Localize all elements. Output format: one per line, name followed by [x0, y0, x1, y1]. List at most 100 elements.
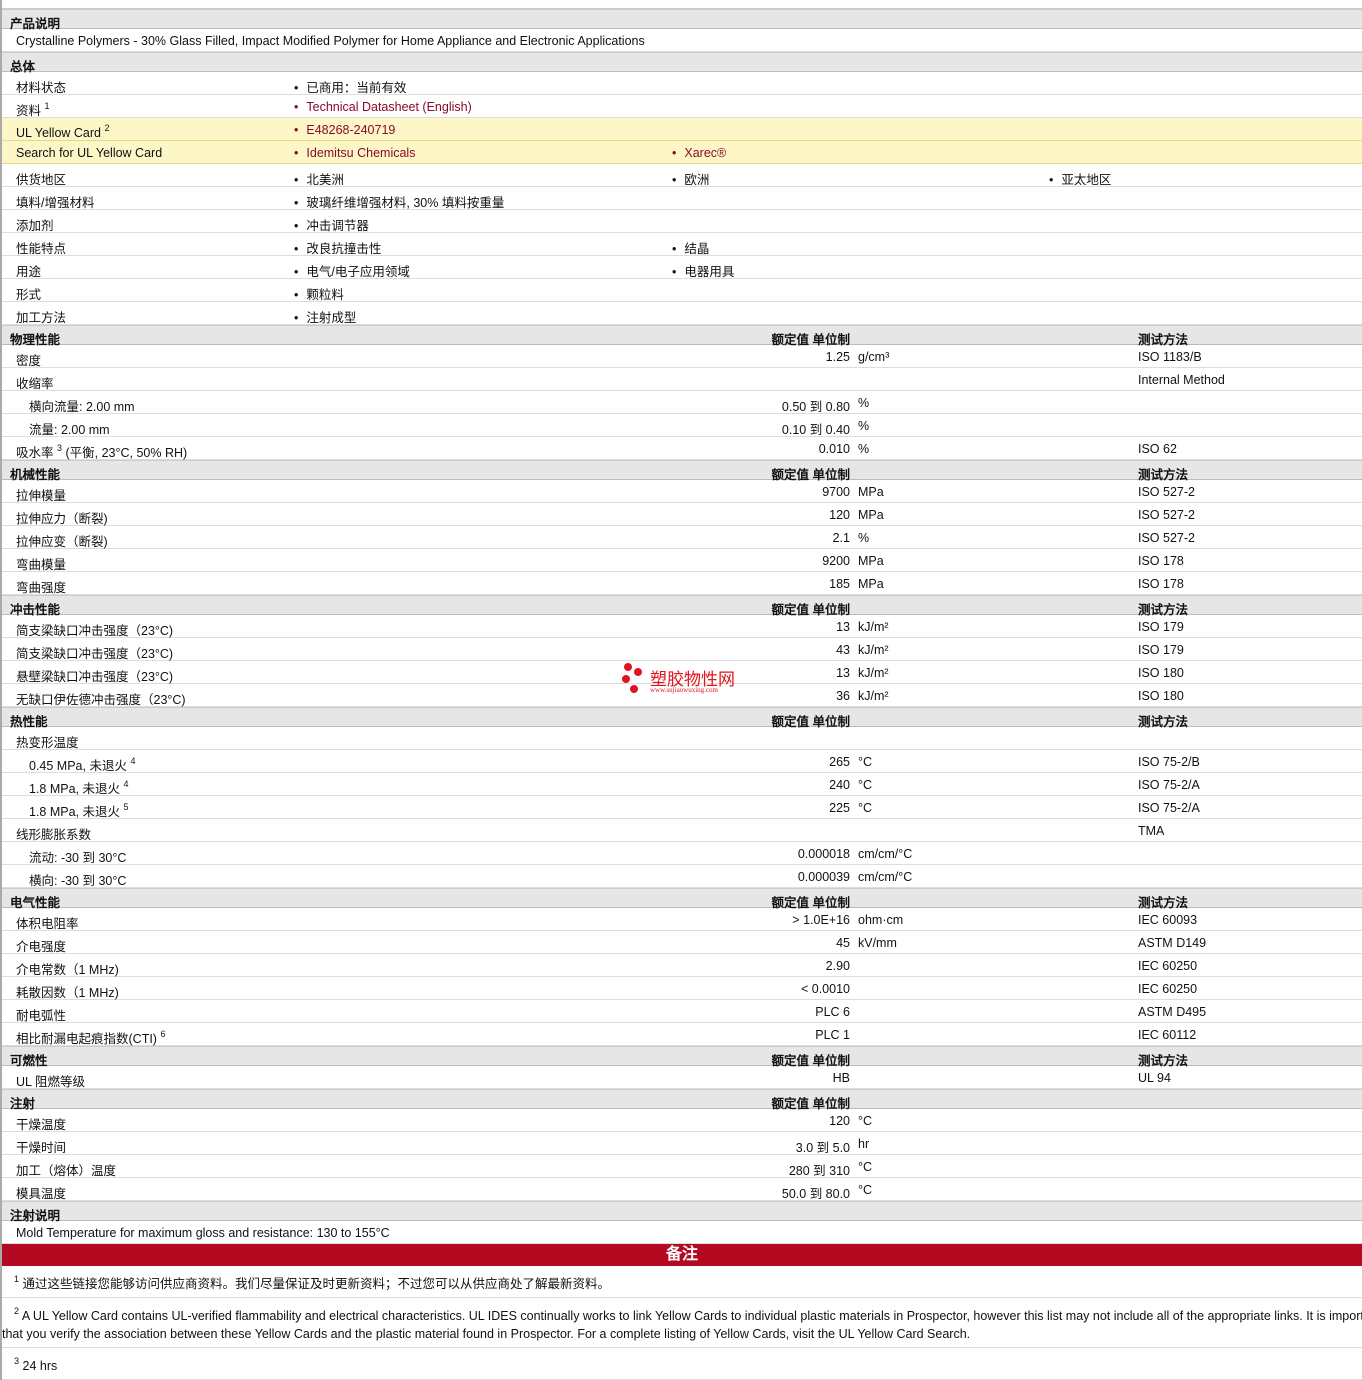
table-row: 介电常数（1 MHz) 2.90 IEC 60250: [2, 954, 1362, 977]
table-row: 形式 颗粒料: [2, 279, 1362, 302]
table-row: 简支梁缺口冲击强度（23°C) 13 kJ/m² ISO 179: [2, 615, 1362, 638]
test-method: ISO 1183/B: [1138, 350, 1202, 364]
footnote-ref[interactable]: 3: [57, 443, 62, 453]
test-method: ISO 527-2: [1138, 508, 1195, 522]
property-value: 2.1: [832, 531, 850, 545]
test-method: ISO 179: [1138, 620, 1184, 634]
table-row: 简支梁缺口冲击强度（23°C) 43 kJ/m² ISO 179: [2, 638, 1362, 661]
test-method: ISO 75-2/A: [1138, 801, 1200, 815]
property-label: 拉伸应变（断裂): [16, 535, 108, 549]
property-label: 弯曲强度: [16, 581, 67, 595]
property-value: 36: [836, 689, 850, 703]
footnote-ref[interactable]: 6: [160, 1029, 165, 1039]
property-label: 流量: 2.00 mm: [29, 423, 110, 437]
footnote-number: 1: [14, 1274, 20, 1284]
property-unit: kJ/m²: [858, 620, 889, 634]
logo-dots-icon: [622, 663, 642, 693]
table-row: 弯曲强度 185 MPa ISO 178: [2, 572, 1362, 595]
property-unit: °C: [858, 801, 873, 815]
footnote-ref[interactable]: 4: [130, 756, 135, 766]
property-value: HB: [832, 1071, 850, 1085]
table-row: Search for UL Yellow Card Idemitsu Chemic…: [2, 141, 1362, 164]
table-row: 性能特点 改良抗撞击性 结晶: [2, 233, 1362, 256]
footnote-ref[interactable]: 1: [45, 101, 50, 111]
footnote-ref[interactable]: 2: [105, 123, 110, 133]
test-method: ASTM D149: [1138, 936, 1207, 950]
link-item[interactable]: Xarec®: [672, 146, 726, 160]
property-label: 添加剂: [16, 219, 54, 233]
footnote: 2 A UL Yellow Card contains UL-verified …: [2, 1298, 1362, 1348]
footnote-text: 通过这些链接您能够访问供应商资料。我们尽量保证及时更新资料；不过您可以从供应商处…: [22, 1277, 611, 1291]
bullet-item: 结晶: [672, 238, 709, 257]
property-label: 加工方法: [16, 311, 67, 325]
link-item[interactable]: E48268-240719: [294, 123, 395, 137]
property-unit: MPa: [858, 485, 884, 499]
footnote-ref[interactable]: 4: [123, 779, 128, 789]
table-row: 横向流量: 2.00 mm 0.50 到 0.80%: [2, 391, 1362, 414]
property-value: 13: [836, 666, 850, 680]
table-row: 线形膨胀系数 TMA: [2, 819, 1362, 842]
link-item[interactable]: Idemitsu Chemicals: [294, 146, 415, 160]
property-label: 模具温度: [16, 1187, 67, 1201]
table-row: 资料 1 Technical Datasheet (English): [2, 95, 1362, 118]
test-method: ASTM D495: [1138, 1005, 1207, 1019]
test-method: ISO 527-2: [1138, 531, 1195, 545]
property-value: 120: [829, 1114, 850, 1128]
property-unit: kV/mm: [858, 936, 897, 950]
property-value: 9700: [822, 485, 850, 499]
test-method: Internal Method: [1138, 373, 1225, 387]
table-row: 拉伸应变（断裂) 2.1% ISO 527-2: [2, 526, 1362, 549]
table-row: 1.8 MPa, 未退火 5 225 °C ISO 75-2/A: [2, 796, 1362, 819]
property-label: 无缺口伊佐德冲击强度（23°C): [16, 693, 186, 707]
property-label: 悬壁梁缺口冲击强度（23°C): [16, 670, 174, 684]
property-label: 耗散因数（1 MHz): [16, 986, 119, 1000]
table-row: 收缩率 Internal Method: [2, 368, 1362, 391]
link-item[interactable]: Technical Datasheet (English): [294, 100, 471, 114]
test-method: TMA: [1138, 824, 1165, 838]
property-label: 相比耐漏电起痕指数(CTI) 6: [16, 1029, 166, 1046]
test-method: UL 94: [1138, 1071, 1171, 1085]
property-unit: °C: [858, 755, 873, 769]
table-row: 流量: 2.00 mm 0.10 到 0.40%: [2, 414, 1362, 437]
section-header: 注射 额定值 单位制: [2, 1089, 1362, 1111]
property-label: 性能特点: [16, 242, 67, 256]
property-label: UL 阻燃等级: [16, 1075, 85, 1089]
property-unit: %: [858, 442, 870, 456]
property-label: 资料 1: [16, 101, 50, 118]
property-value: 13: [836, 620, 850, 634]
table-row: 拉伸模量 9700 MPa ISO 527-2: [2, 480, 1362, 503]
property-label: 形式: [16, 288, 42, 302]
footnote-ref[interactable]: 5: [123, 802, 128, 812]
test-method: ISO 178: [1138, 554, 1184, 568]
table-row: 加工方法 注射成型: [2, 302, 1362, 325]
property-unit: °C: [858, 1114, 873, 1128]
property-unit: %: [858, 396, 870, 410]
footnote-text: 24 hrs: [22, 1359, 58, 1373]
property-unit: hr: [858, 1137, 870, 1151]
property-value: 45: [836, 936, 850, 950]
property-value: 280 到 310: [788, 1164, 850, 1178]
table-row: 吸水率 3 (平衡, 23°C, 50% RH) 0.010% ISO 62: [2, 437, 1362, 460]
section-header: 物理性能 额定值 单位制 测试方法: [2, 325, 1362, 347]
property-value: 0.50 到 0.80: [781, 400, 850, 414]
property-label: 线形膨胀系数: [16, 828, 92, 842]
property-unit: kJ/m²: [858, 643, 889, 657]
table-row: 耗散因数（1 MHz) < 0.0010 IEC 60250: [2, 977, 1362, 1000]
property-value: 2.90: [825, 959, 850, 973]
test-method: IEC 60250: [1138, 959, 1198, 973]
property-unit: g/cm³: [858, 350, 890, 364]
property-label: Mold Temperature for maximum gloss and r…: [16, 1226, 390, 1240]
property-label: 材料状态: [16, 81, 67, 95]
property-unit: kJ/m²: [858, 666, 889, 680]
table-row: 用途 电气/电子应用领域 电器用具: [2, 256, 1362, 279]
table-row: 密度 1.25 g/cm³ ISO 1183/B: [2, 345, 1362, 368]
test-method: ISO 179: [1138, 643, 1184, 657]
test-method: ISO 180: [1138, 689, 1184, 703]
footnote-number: 3: [14, 1356, 20, 1366]
top-spacer: [2, 0, 1362, 9]
test-method: ISO 75-2/B: [1138, 755, 1200, 769]
property-value: 0.010: [818, 442, 850, 456]
property-label: 弯曲模量: [16, 558, 67, 572]
section-header: 可燃性 额定值 单位制 测试方法: [2, 1046, 1362, 1068]
property-label: 供货地区: [16, 173, 67, 187]
